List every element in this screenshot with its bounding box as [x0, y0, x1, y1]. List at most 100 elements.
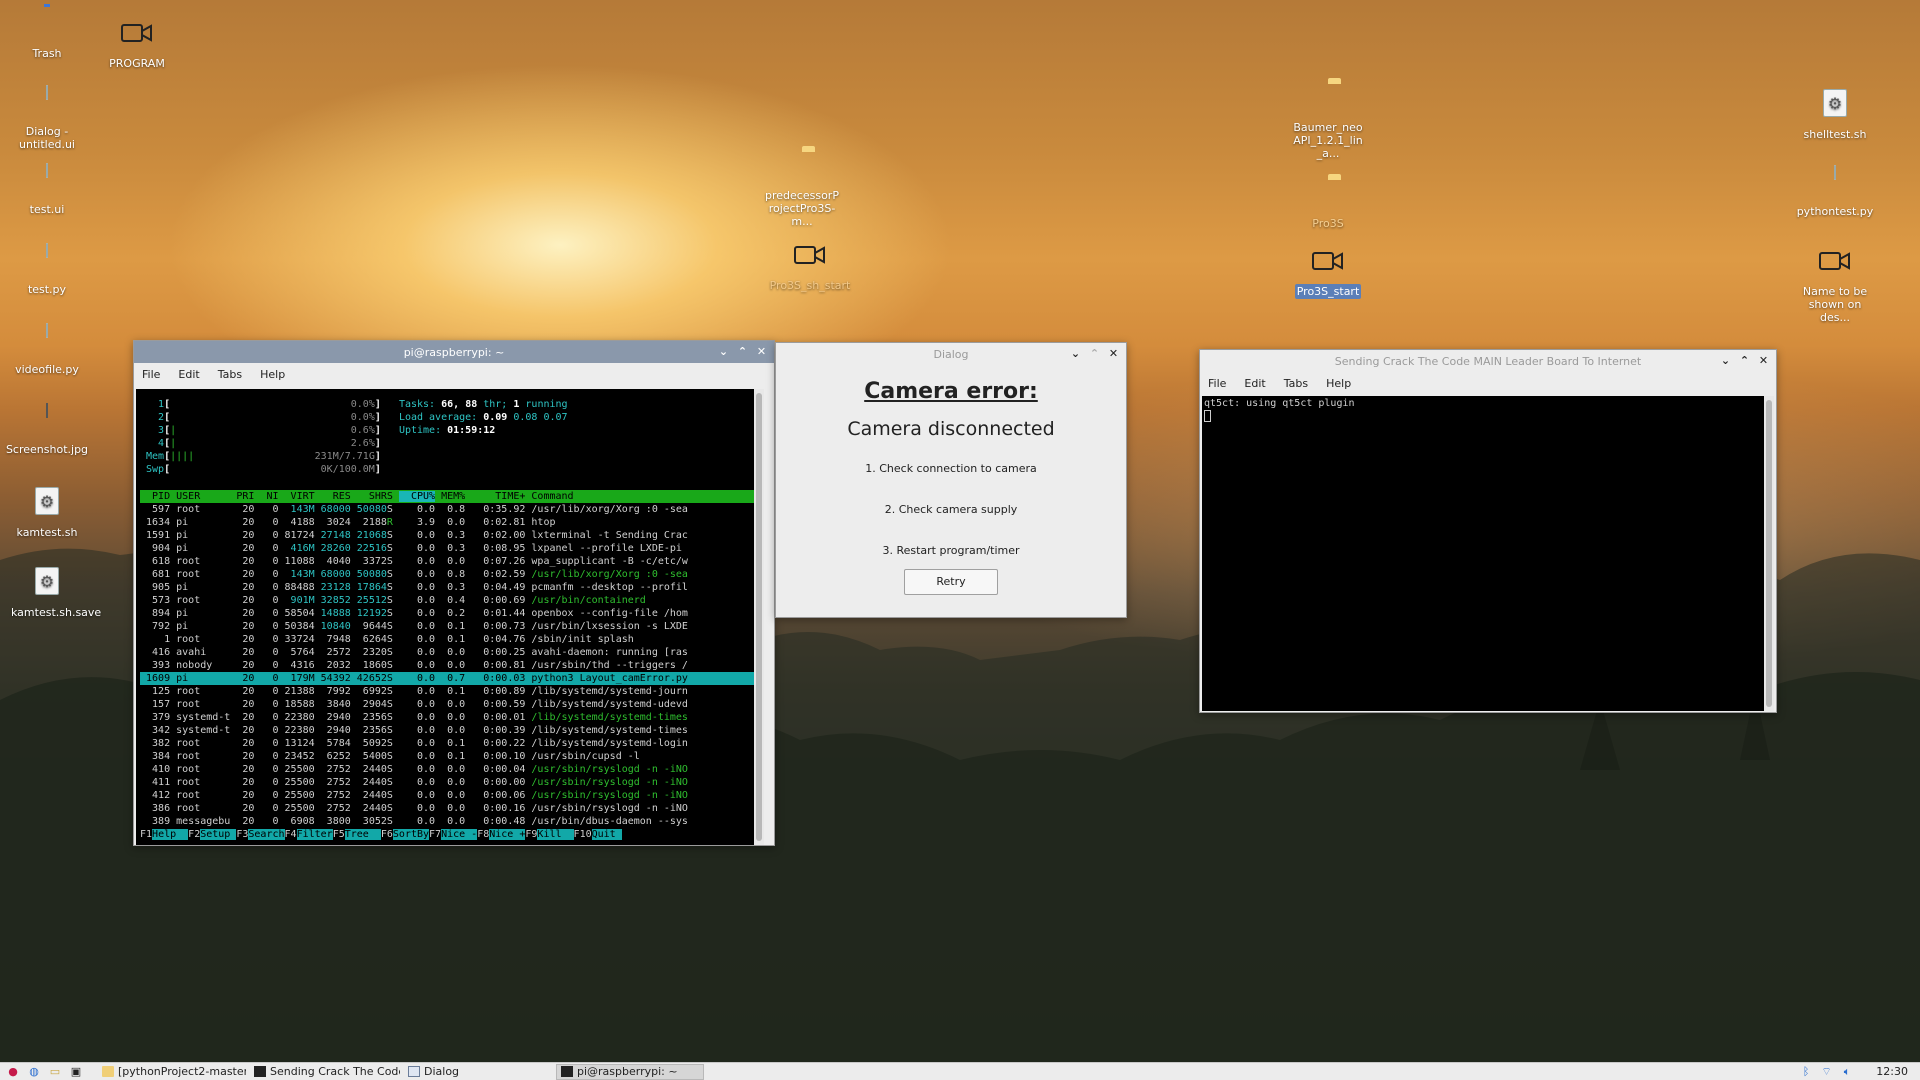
dialog-titlebar[interactable]: Dialog ⌄ ⌃ ✕	[776, 343, 1126, 365]
htop-process-list[interactable]: 597 root 20 0 143M 68000 50080S 0.0 0.8 …	[140, 503, 760, 828]
leaderboard-terminal-screen[interactable]: qt5ct: using qt5ct plugin	[1202, 396, 1774, 711]
process-row[interactable]: 1 root 20 0 33724 7948 6264S 0.0 0.1 0:0…	[140, 633, 760, 646]
menu-help[interactable]: Help	[260, 368, 285, 381]
file-manager-icon[interactable]: ▭	[47, 1065, 63, 1079]
htop-terminal-screen[interactable]: 1[ 0.0%] Tasks: 66, 88 thr; 1 running 2[…	[136, 389, 764, 845]
task-file-manager[interactable]: [pythonProject2-master]	[98, 1064, 246, 1080]
process-row[interactable]: 412 root 20 0 25500 2752 2440S 0.0 0.0 0…	[140, 789, 760, 802]
process-cell: R	[386, 517, 399, 528]
task-htop-terminal[interactable]: pi@raspberrypi: ~	[556, 1063, 704, 1080]
minimize-icon[interactable]: ⌄	[1067, 345, 1084, 362]
desktop-icon-test-py[interactable]: test.py	[0, 243, 97, 297]
menu-tabs[interactable]: Tabs	[1284, 377, 1308, 390]
process-row[interactable]: 792 pi 20 0 50384 10840 9644S 0.0 0.1 0:…	[140, 620, 760, 633]
desktop-icon-predecessor[interactable]: predecessorProjectPro3S-m...	[752, 150, 852, 229]
menu-file[interactable]: File	[1208, 377, 1226, 390]
document-icon	[46, 323, 48, 338]
fkey-f8: F8	[477, 829, 490, 840]
desktop-icon-kamtest-save[interactable]: ⚙ kamtest.sh.save	[0, 564, 101, 620]
process-cell: 0.1	[435, 686, 466, 697]
menu-edit[interactable]: Edit	[178, 368, 199, 381]
close-icon[interactable]: ✕	[1105, 345, 1122, 362]
process-cell: 4040	[314, 556, 351, 567]
htop-titlebar[interactable]: pi@raspberrypi: ~ ⌄ ⌃ ✕	[134, 341, 774, 363]
desktop-icon-shelltest[interactable]: ⚙ shelltest.sh	[1785, 86, 1885, 142]
menu-file[interactable]: File	[142, 368, 160, 381]
process-cell: 2356	[350, 712, 387, 723]
camera-error-dialog[interactable]: Dialog ⌄ ⌃ ✕ Camera error: Camera discon…	[775, 342, 1127, 618]
desktop-icon-baumer[interactable]: Baumer_neoAPI_1.2.1_lin_a...	[1278, 82, 1378, 161]
terminal-launcher-icon[interactable]: ▣	[68, 1065, 84, 1079]
process-row[interactable]: 379 systemd-t 20 0 22380 2940 2356S 0.0 …	[140, 711, 760, 724]
desktop-icon-dialog-ui[interactable]: Dialog - untitled.ui	[0, 85, 97, 152]
process-row[interactable]: 597 root 20 0 143M 68000 50080S 0.0 0.8 …	[140, 503, 760, 516]
desktop-icon-pro3s-start[interactable]: Pro3S_start	[1278, 246, 1378, 299]
process-row[interactable]: 386 root 20 0 25500 2752 2440S 0.0 0.0 0…	[140, 802, 760, 815]
desktop-icon-test-ui[interactable]: test.ui	[0, 163, 97, 217]
task-dialog[interactable]: Dialog	[404, 1064, 552, 1080]
desktop-icon-program[interactable]: PROGRAM	[87, 18, 187, 71]
maximize-icon[interactable]: ⌃	[1736, 352, 1753, 369]
desktop-icon-pythontest[interactable]: pythontest.py	[1785, 165, 1885, 219]
clock[interactable]: 12:30	[1876, 1065, 1908, 1078]
desktop-icon-screenshot[interactable]: Screenshot.jpg	[0, 403, 97, 457]
process-cell: 1591	[140, 530, 171, 541]
task-leaderboard-terminal[interactable]: Sending Crack The Code...	[250, 1064, 400, 1080]
htop-function-keys[interactable]: F1Help F2Setup F3SearchF4FilterF5Tree F6…	[140, 828, 760, 841]
htop-column-header[interactable]: PID USER PRI NI VIRT RES SHRS CPU% MEM% …	[140, 490, 760, 503]
process-row[interactable]: 573 root 20 0 901M 32852 25512S 0.0 0.4 …	[140, 594, 760, 607]
browser-icon[interactable]: ◍	[26, 1065, 42, 1079]
process-row[interactable]: 382 root 20 0 13124 5784 5092S 0.0 0.1 0…	[140, 737, 760, 750]
process-cell: root	[170, 751, 231, 762]
desktop-icon-pro3s[interactable]: Pro3S	[1278, 178, 1378, 231]
raspberry-menu-icon[interactable]: ●	[5, 1065, 21, 1079]
close-icon[interactable]: ✕	[753, 343, 770, 360]
desktop-icon-trash[interactable]: Trash	[0, 8, 97, 61]
process-row[interactable]: 681 root 20 0 143M 68000 50080S 0.0 0.8 …	[140, 568, 760, 581]
process-row[interactable]: 410 root 20 0 25500 2752 2440S 0.0 0.0 0…	[140, 763, 760, 776]
process-row[interactable]: 384 root 20 0 23452 6252 5400S 0.0 0.1 0…	[140, 750, 760, 763]
leaderboard-terminal-window[interactable]: Sending Crack The Code MAIN Leader Board…	[1199, 349, 1777, 713]
desktop-icon-pro3s-sh-start[interactable]: Pro3S_sh_start	[760, 240, 860, 293]
menu-tabs[interactable]: Tabs	[218, 368, 242, 381]
desktop-icon-name-to-be[interactable]: Name to be shown on des...	[1785, 246, 1885, 325]
minimize-icon[interactable]: ⌄	[715, 343, 732, 360]
error-heading: Camera error:	[864, 379, 1038, 404]
process-row[interactable]: 1591 pi 20 0 81724 27148 21068S 0.0 0.3 …	[140, 529, 760, 542]
htop-meter-row: 4[| 2.6%]	[140, 437, 760, 450]
process-row[interactable]: 894 pi 20 0 58504 14888 12192S 0.0 0.2 0…	[140, 607, 760, 620]
process-cell: root	[170, 790, 231, 801]
close-icon[interactable]: ✕	[1755, 352, 1772, 369]
process-row[interactable]: 904 pi 20 0 416M 28260 22516S 0.0 0.3 0:…	[140, 542, 760, 555]
desktop-icon-kamtest[interactable]: ⚙ kamtest.sh	[0, 484, 97, 540]
process-row[interactable]: 1634 pi 20 0 4188 3024 2188R 3.9 0.0 0:0…	[140, 516, 760, 529]
desktop-icon-videofile[interactable]: videofile.py	[0, 323, 97, 377]
process-row[interactable]: 905 pi 20 0 88488 23128 17864S 0.0 0.3 0…	[140, 581, 760, 594]
menu-help[interactable]: Help	[1326, 377, 1351, 390]
minimize-icon[interactable]: ⌄	[1717, 352, 1734, 369]
process-row[interactable]: 389 messagebu 20 0 6908 3800 3052S 0.0 0…	[140, 815, 760, 828]
volume-icon[interactable]: 🔈︎	[1844, 1065, 1851, 1079]
process-cell: 5400	[350, 751, 387, 762]
process-cell: 0.8	[435, 569, 466, 580]
process-cell: 58504	[278, 608, 315, 619]
leaderboard-scrollbar[interactable]	[1764, 396, 1774, 711]
wifi-icon[interactable]: ⌔	[1821, 1065, 1831, 1079]
htop-scrollbar[interactable]	[754, 389, 764, 845]
process-row[interactable]: 342 systemd-t 20 0 22380 2940 2356S 0.0 …	[140, 724, 760, 737]
menu-edit[interactable]: Edit	[1244, 377, 1265, 390]
bluetooth-icon[interactable]: ᛒ	[1803, 1065, 1810, 1078]
maximize-icon[interactable]: ⌃	[734, 343, 751, 360]
maximize-icon[interactable]: ⌃	[1086, 345, 1103, 362]
process-row[interactable]: 157 root 20 0 18588 3840 2904S 0.0 0.0 0…	[140, 698, 760, 711]
process-row[interactable]: 125 root 20 0 21388 7992 6992S 0.0 0.1 0…	[140, 685, 760, 698]
leaderboard-titlebar[interactable]: Sending Crack The Code MAIN Leader Board…	[1200, 350, 1776, 372]
process-row[interactable]: 618 root 20 0 11088 4040 3372S 0.0 0.0 0…	[140, 555, 760, 568]
retry-button[interactable]: Retry	[904, 569, 998, 595]
htop-terminal-window[interactable]: pi@raspberrypi: ~ ⌄ ⌃ ✕ File Edit Tabs H…	[133, 340, 775, 846]
process-row[interactable]: 416 avahi 20 0 5764 2572 2320S 0.0 0.0 0…	[140, 646, 760, 659]
process-cell: 0.0	[398, 699, 436, 710]
process-row[interactable]: 1609 pi 20 0 179M 54392 42652S 0.0 0.7 0…	[140, 672, 760, 685]
process-row[interactable]: 393 nobody 20 0 4316 2032 1860S 0.0 0.0 …	[140, 659, 760, 672]
process-row[interactable]: 411 root 20 0 25500 2752 2440S 0.0 0.0 0…	[140, 776, 760, 789]
